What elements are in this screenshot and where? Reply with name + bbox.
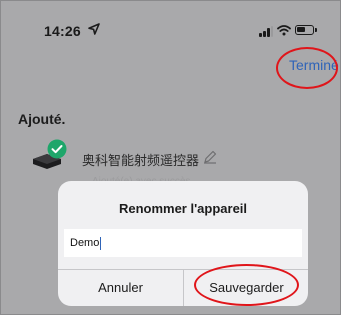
input-value: Demo xyxy=(70,237,100,249)
device-name-input[interactable]: Demo xyxy=(64,229,302,257)
location-arrow-icon xyxy=(88,23,100,35)
wifi-icon xyxy=(277,25,291,36)
battery-icon xyxy=(295,25,317,35)
checkmark-icon xyxy=(47,139,67,159)
done-highlight-circle xyxy=(276,47,338,89)
cancel-button[interactable]: Annuler xyxy=(58,269,183,306)
dialog-title: Renommer l'appareil xyxy=(118,201,248,216)
app-screen: 14:26 Terminé Ajouté. 奥科智能射频遥控器 Renommer… xyxy=(0,0,341,315)
status-bar: 14:26 xyxy=(1,1,340,41)
device-row: 奥科智能射频遥控器 Ajouté(e) avec succès xyxy=(31,139,311,187)
signal-icon xyxy=(259,26,273,37)
text-caret xyxy=(100,236,102,250)
edit-pencil-icon[interactable] xyxy=(203,150,217,164)
added-section-title: Ajouté. xyxy=(18,111,66,127)
save-highlight-circle xyxy=(194,264,299,306)
status-time: 14:26 xyxy=(44,23,81,39)
device-name: 奥科智能射频遥控器 xyxy=(82,154,200,169)
